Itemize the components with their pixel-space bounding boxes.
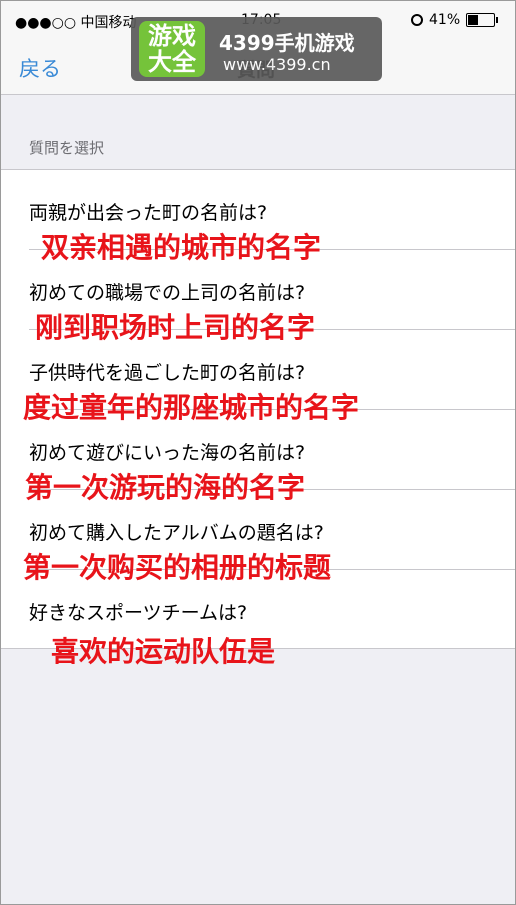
question-text: 子供時代を過ごした町の名前は? (29, 362, 306, 384)
battery-icon (466, 13, 499, 27)
question-row[interactable]: 好きなスポーツチームは? 喜欢的运动队伍是 (1, 570, 515, 668)
question-row[interactable]: 初めての職場での上司の名前は? 刚到职场时上司的名字 (1, 250, 515, 344)
question-row[interactable]: 両親が出会った町の名前は? 双亲相遇的城市的名字 (1, 170, 515, 264)
question-text: 両親が出会った町の名前は? (29, 202, 268, 224)
question-row[interactable]: 初めて遊びにいった海の名前は? 第一次游玩的海的名字 (1, 410, 515, 504)
question-list: 両親が出会った町の名前は? 双亲相遇的城市的名字 初めての職場での上司の名前は?… (1, 169, 515, 668)
question-text: 初めての職場での上司の名前は? (29, 282, 306, 304)
question-row[interactable]: 初めて購入したアルバムの題名は? 第一次购买的相册的标题 (1, 490, 515, 584)
translation-annotation: 喜欢的运动队伍是 (51, 635, 276, 668)
game-logo-icon: 游戏大全 (139, 21, 205, 77)
battery-fill (468, 15, 479, 25)
alarm-icon (411, 14, 423, 26)
question-text: 初めて遊びにいった海の名前は? (29, 442, 306, 464)
status-right: 41% (411, 12, 499, 28)
question-row[interactable]: 子供時代を過ごした町の名前は? 度过童年的那座城市的名字 (1, 330, 515, 424)
back-button[interactable]: 戻る (19, 53, 61, 83)
watermark-title: 4399手机游戏 (219, 31, 355, 55)
battery-percent: 41% (429, 12, 461, 28)
question-text: 好きなスポーツチームは? (29, 602, 248, 624)
watermark-url: www.4399.cn (223, 55, 331, 74)
question-text: 初めて購入したアルバムの題名は? (29, 522, 324, 544)
watermark-banner: 游戏大全 4399手机游戏 www.4399.cn (131, 17, 382, 81)
section-header: 質問を選択 (29, 139, 105, 157)
screen: ●●●○○ 中国移动 17:05 41% 戻る 質問 游戏大全 4399手机游戏… (0, 0, 516, 905)
carrier-label: ●●●○○ 中国移动 (15, 15, 137, 31)
